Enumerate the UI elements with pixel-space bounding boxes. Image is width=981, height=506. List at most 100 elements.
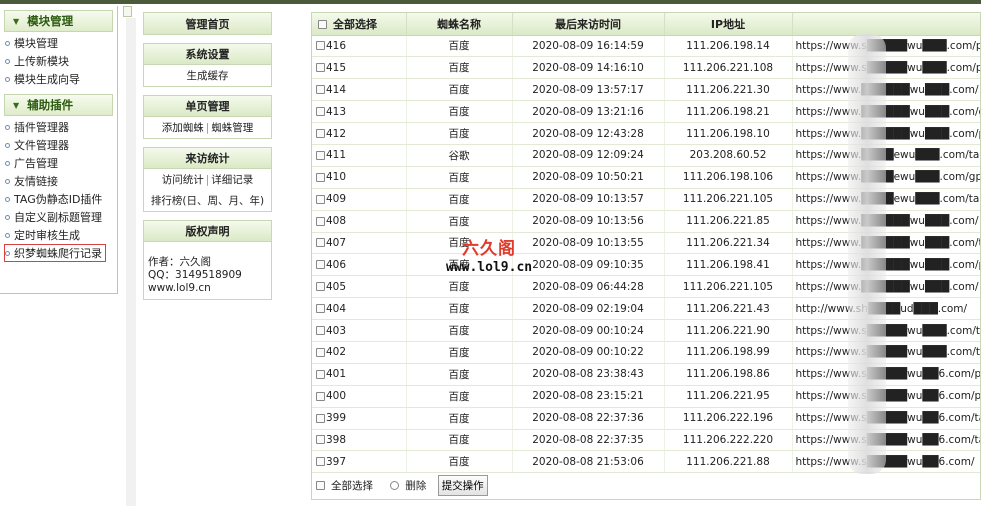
menu-item-plugin-manager[interactable]: 插件管理器 bbox=[0, 118, 117, 136]
section-header-plugins[interactable]: ▼ 辅助插件 bbox=[4, 94, 113, 116]
row-checkbox[interactable] bbox=[316, 391, 325, 401]
url-cell: https://www.██████wu███.com/ bbox=[792, 275, 980, 299]
row-checkbox[interactable] bbox=[316, 172, 325, 182]
submit-action-button[interactable]: 提交操作 bbox=[437, 474, 488, 496]
spider-manage-link[interactable]: 蜘蛛管理 bbox=[211, 120, 253, 135]
menu-item-subtitle-manage[interactable]: 自定义副标题管理 bbox=[0, 208, 117, 226]
bullet-icon bbox=[5, 178, 10, 184]
menu-item-tag-plugin[interactable]: TAG伪静态ID插件 bbox=[0, 190, 117, 208]
row-checkbox[interactable] bbox=[316, 413, 325, 423]
row-checkbox[interactable] bbox=[316, 63, 325, 73]
add-spider-link[interactable]: 添加蜘蛛 bbox=[162, 120, 204, 135]
row-checkbox[interactable] bbox=[316, 238, 325, 248]
bullet-icon bbox=[5, 58, 10, 64]
last-visit-cell: 2020-08-09 14:16:10 bbox=[512, 56, 665, 80]
menu-item-label: 友情链接 bbox=[14, 175, 58, 188]
url-cell: https://www.s█████wu██6.com/pzcg/ bbox=[792, 385, 980, 408]
ip-cell: 111.206.198.99 bbox=[664, 341, 793, 364]
row-checkbox[interactable] bbox=[316, 216, 325, 226]
table-footer-row: 全部选择 删除 提交操作 bbox=[312, 473, 980, 497]
menu-item-upload-module[interactable]: 上传新模块 bbox=[0, 52, 117, 70]
col-spider-name: 蜘蛛名称 bbox=[406, 13, 513, 36]
generate-cache-link[interactable]: 生成缓存 bbox=[187, 68, 229, 83]
last-visit-cell: 2020-08-09 00:10:22 bbox=[512, 341, 665, 364]
col-last-visit: 最后来访时间 bbox=[512, 13, 665, 36]
last-visit-cell: 2020-08-09 12:43:28 bbox=[512, 122, 665, 145]
row-checkbox[interactable] bbox=[316, 107, 325, 117]
row-checkbox[interactable] bbox=[316, 347, 325, 357]
row-checkbox[interactable] bbox=[316, 326, 325, 336]
select-cell: 412 bbox=[312, 122, 407, 145]
url-cell: https://www.s█████wu███.com/pzpt/ bbox=[792, 35, 980, 58]
ip-cell: 203.208.60.52 bbox=[664, 144, 793, 167]
row-checkbox[interactable] bbox=[316, 435, 325, 445]
menu-item-file-manager[interactable]: 文件管理器 bbox=[0, 136, 117, 154]
row-id: 409 bbox=[326, 193, 347, 206]
menu-item-module-manage[interactable]: 模块管理 bbox=[0, 34, 117, 52]
row-checkbox[interactable] bbox=[316, 129, 325, 138]
row-checkbox[interactable] bbox=[316, 150, 325, 160]
row-checkbox[interactable] bbox=[316, 194, 325, 204]
url-cell: https://www.s█████wu███.com/tags/502.htm… bbox=[792, 341, 980, 364]
row-id: 416 bbox=[326, 39, 347, 52]
row-checkbox[interactable] bbox=[316, 41, 325, 51]
delete-radio[interactable] bbox=[390, 481, 400, 491]
select-cell: 407 bbox=[312, 232, 407, 255]
url-cell: https://www.s█████wu██6.com/tags/1.html bbox=[792, 407, 980, 430]
select-cell: 408 bbox=[312, 210, 407, 233]
menu-item-ad-manage[interactable]: 广告管理 bbox=[0, 154, 117, 172]
row-id: 401 bbox=[326, 368, 347, 381]
ip-cell: 111.206.198.41 bbox=[664, 253, 793, 277]
ip-cell: 111.206.222.196 bbox=[664, 407, 793, 430]
ip-cell: 111.206.221.105 bbox=[664, 275, 793, 299]
ranking-link[interactable]: 排行榜(日、周、月、年) bbox=[151, 193, 264, 208]
detail-records-link[interactable]: 详细记录 bbox=[211, 172, 253, 187]
select-cell: 409 bbox=[312, 188, 407, 211]
row-id: 404 bbox=[326, 302, 347, 315]
chevron-down-icon: ▼ bbox=[13, 100, 20, 110]
row-id: 397 bbox=[326, 455, 347, 468]
menu-item-label: 自定义副标题管理 bbox=[14, 211, 102, 224]
spider-name-cell: 百度 bbox=[406, 385, 513, 408]
last-visit-cell: 2020-08-09 10:13:56 bbox=[512, 210, 665, 233]
visit-stats-link[interactable]: 访问统计 bbox=[162, 172, 204, 187]
single-page-box: 单页管理 添加蜘蛛 | 蜘蛛管理 bbox=[143, 95, 272, 139]
menu-item-scheduled-review[interactable]: 定时审核生成 bbox=[0, 226, 117, 244]
select-cell: 403 bbox=[312, 319, 407, 342]
ip-cell: 111.206.221.108 bbox=[664, 56, 793, 80]
bullet-icon bbox=[5, 232, 10, 238]
last-visit-cell: 2020-08-08 23:38:43 bbox=[512, 363, 665, 386]
last-visit-cell: 2020-08-09 13:21:16 bbox=[512, 100, 665, 124]
col-select-all[interactable]: 全部选择 bbox=[312, 13, 407, 36]
section-header-module[interactable]: ▼ 模块管理 bbox=[4, 10, 113, 32]
row-checkbox[interactable] bbox=[316, 260, 325, 270]
footer-select-all-checkbox[interactable] bbox=[316, 481, 325, 491]
menu-item-spider-log[interactable]: 织梦蜘蛛爬行记录 bbox=[4, 244, 106, 262]
admin-home-link[interactable]: 管理首页 bbox=[144, 13, 271, 34]
row-checkbox[interactable] bbox=[316, 457, 325, 467]
qq-text: QQ：3149518909 bbox=[148, 269, 242, 281]
menu-item-module-wizard[interactable]: 模块生成向导 bbox=[0, 70, 117, 88]
left-sidebar: ▼ 模块管理 模块管理 上传新模块 模块生成向导 ▼ 辅助插件 插件管理器 文件… bbox=[0, 6, 118, 294]
system-settings-box: 系统设置 生成缓存 bbox=[143, 43, 272, 87]
row-checkbox[interactable] bbox=[316, 282, 325, 292]
menu-item-friend-links[interactable]: 友情链接 bbox=[0, 172, 117, 190]
row-checkbox[interactable] bbox=[316, 304, 325, 314]
footer-select-all-label: 全部选择 bbox=[331, 480, 373, 493]
copyright-box: 版权声明 作者：六久阁 QQ：3149518909 www.lol9.cn bbox=[143, 220, 272, 300]
select-cell: 410 bbox=[312, 166, 407, 189]
select-cell: 400 bbox=[312, 385, 407, 408]
url-cell: https://www.██████wu███.com/ bbox=[792, 78, 980, 102]
last-visit-cell: 2020-08-09 06:44:28 bbox=[512, 275, 665, 299]
select-cell: 402 bbox=[312, 341, 407, 364]
select-all-checkbox[interactable] bbox=[318, 20, 327, 30]
row-checkbox[interactable] bbox=[316, 369, 325, 379]
delete-label: 删除 bbox=[405, 480, 427, 493]
box-title: 单页管理 bbox=[144, 96, 271, 117]
row-id: 410 bbox=[326, 171, 347, 184]
row-checkbox[interactable] bbox=[316, 85, 325, 95]
frame-toggle[interactable] bbox=[123, 6, 132, 17]
ip-cell: 111.206.198.21 bbox=[664, 100, 793, 124]
admin-home-box: 管理首页 bbox=[143, 12, 272, 35]
url-cell: https://www.s█████wu██6.com/tags/1.html bbox=[792, 429, 980, 452]
